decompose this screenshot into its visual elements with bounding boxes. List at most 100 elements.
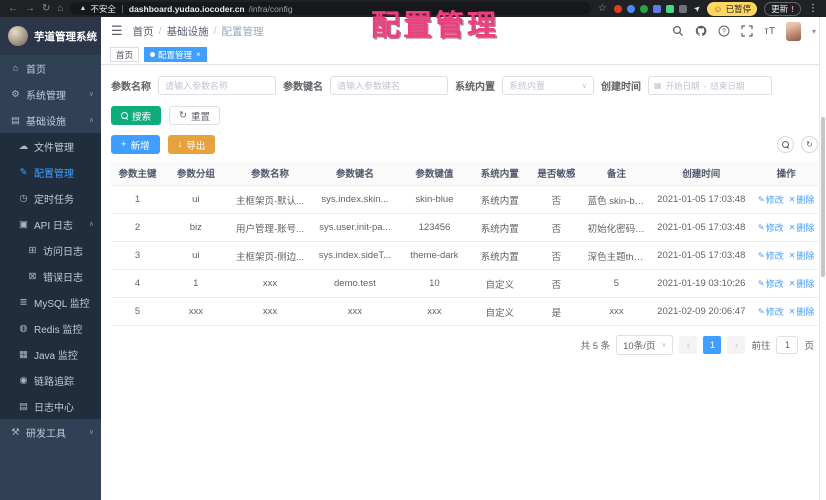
extension-5-icon[interactable] <box>665 4 674 13</box>
column-header: 参数分组 <box>176 169 215 180</box>
sidebar-item-file[interactable]: ☁ 文件管理 <box>0 133 101 159</box>
font-size-icon[interactable]: тT <box>764 26 775 37</box>
scrollbar-track[interactable] <box>819 17 826 500</box>
delete-button[interactable]: ✕ 删除 <box>789 193 815 206</box>
tag-config[interactable]: 配置管理 × <box>144 47 207 62</box>
update-label: 更新 <box>771 3 789 14</box>
sidebar-item-config[interactable]: ✎ 配置管理 <box>0 159 101 185</box>
sidebar-item-api-log[interactable]: ▣ API 日志 ∧ <box>0 211 101 237</box>
address-divider <box>121 4 123 13</box>
delete-button[interactable]: ✕ 删除 <box>789 221 815 234</box>
sidebar-item-mysql[interactable]: ≣ MySQL 监控 <box>0 289 101 315</box>
add-button[interactable]: + 新增 <box>111 135 160 154</box>
browser-address-bar[interactable]: ▲ 不安全 dashboard.yudao.iocoder.cn /infra/… <box>70 2 591 15</box>
date-range-picker[interactable]: ▦ 开始日期 - 结束日期 <box>648 76 772 95</box>
sidebar-item-java[interactable]: ▦ Java 监控 <box>0 341 101 367</box>
extension-2-icon[interactable] <box>626 4 635 13</box>
extension-3-icon[interactable] <box>639 4 648 13</box>
table-cell: 系统内置 <box>480 195 519 207</box>
gear-icon: ⚙ <box>11 88 20 100</box>
table-cell: 否 <box>551 251 562 263</box>
breadcrumb-home[interactable]: 首页 <box>133 24 154 39</box>
header-search-icon[interactable] <box>672 25 684 37</box>
prev-page-button[interactable]: ‹ <box>679 336 698 354</box>
extension-1-icon[interactable] <box>613 4 622 13</box>
sidebar-item-redis[interactable]: ◍ Redis 监控 <box>0 315 101 341</box>
not-secure-warning-icon: ▲ <box>79 5 87 12</box>
built-in-select[interactable]: 系统内置 ∨ <box>502 76 594 95</box>
next-page-button[interactable]: › <box>727 336 746 354</box>
edit-button[interactable]: ✎ 修改 <box>758 221 784 234</box>
create-time-label: 创建时间 <box>601 82 641 93</box>
table-cell: 2021-01-05 17:03:48 <box>657 194 746 205</box>
param-key-input[interactable] <box>330 76 448 95</box>
sidebar-item-label: 研发工具 <box>26 428 66 440</box>
delete-button[interactable]: ✕ 删除 <box>789 305 815 318</box>
delete-button[interactable]: ✕ 删除 <box>789 249 815 262</box>
sidebar-item-log-center[interactable]: ▤ 日志中心 <box>0 393 101 419</box>
table-cell: ui <box>192 250 200 261</box>
search-button[interactable]: 搜索 <box>111 106 162 125</box>
database-icon: ◍ <box>19 322 28 334</box>
sidebar-item-system[interactable]: ⚙ 系统管理 ∨ <box>0 81 101 107</box>
sidebar-item-label: Redis 监控 <box>34 324 83 336</box>
sidebar-item-home[interactable]: ⌂ 首页 <box>0 55 101 81</box>
browser-reload-icon[interactable]: ↻ <box>42 0 50 17</box>
fullscreen-icon[interactable] <box>741 25 753 37</box>
refresh-button[interactable]: ↻ <box>801 136 818 153</box>
delete-button[interactable]: ✕ 删除 <box>789 277 815 290</box>
export-button[interactable]: ↓ 导出 <box>167 135 216 154</box>
sidebar-item-job[interactable]: ◷ 定时任务 <box>0 185 101 211</box>
refresh-icon: ↻ <box>806 140 813 149</box>
app-logo-row[interactable]: 芋道管理系统 <box>0 17 101 55</box>
screen: ← → ↻ ⌂ ▲ 不安全 dashboard.yudao.iocoder.cn… <box>0 0 826 500</box>
table-row: 1 ui 主框架页-默认... sys.index.skin... skin-blue 系… <box>111 186 818 214</box>
param-name-input[interactable] <box>158 76 276 95</box>
github-icon[interactable] <box>695 25 707 37</box>
scrollbar-thumb[interactable] <box>821 117 825 277</box>
browser-home-icon[interactable]: ⌂ <box>57 0 63 17</box>
header-actions: ? тT ▾ <box>672 21 816 41</box>
bookmark-star-icon[interactable]: ☆ <box>598 3 607 14</box>
sidebar-item-access-log[interactable]: ⊞ 访问日志 <box>0 237 101 263</box>
paused-label: 已暂停 <box>725 3 752 14</box>
sidebar-item-infra[interactable]: ▤ 基础设施 ∧ <box>0 107 101 133</box>
browser-back-icon[interactable]: ← <box>8 0 18 17</box>
sidebar-item-dev-tools[interactable]: ⚒ 研发工具 ∨ <box>0 419 101 445</box>
page-size-select[interactable]: 10条/页 ∨ <box>616 335 674 355</box>
sidebar-item-trace[interactable]: ◉ 链路追踪 <box>0 367 101 393</box>
edit-button[interactable]: ✎ 修改 <box>758 277 784 290</box>
pin-extension-icon[interactable]: ➤ <box>692 3 703 14</box>
toggle-search-button[interactable] <box>777 136 794 153</box>
table-body: 1 ui 主框架页-默认... sys.index.skin... skin-blue 系… <box>111 186 818 326</box>
tag-close-icon[interactable]: × <box>196 50 201 59</box>
tag-home[interactable]: 首页 <box>110 47 140 62</box>
table-cell: demo.test <box>334 278 376 289</box>
browser-update-button[interactable]: 更新 ! <box>764 1 801 16</box>
sidebar-item-label: 基础设施 <box>26 116 66 128</box>
download-icon: ↓ <box>177 139 183 150</box>
extension-6-icon[interactable] <box>678 4 687 13</box>
config-table: 参数主键 参数分组 参数名称 参数键名 参数键值 系统内置 是否敏感 备注 创建时间 操作 1 ui… <box>111 161 818 326</box>
total-count: 共 5 条 <box>580 341 611 352</box>
breadcrumb-infra[interactable]: 基础设施 <box>167 24 209 39</box>
edit-button[interactable]: ✎ 修改 <box>758 305 784 318</box>
page-1-button[interactable]: 1 <box>703 336 722 354</box>
table-cell: 自定义 <box>485 307 515 319</box>
edit-button[interactable]: ✎ 修改 <box>758 193 784 206</box>
browser-forward-icon[interactable]: → <box>25 0 35 17</box>
sidebar-item-label: MySQL 监控 <box>34 298 90 310</box>
sidebar-toggle-icon[interactable]: ☰ <box>111 23 123 39</box>
avatar-caret-icon[interactable]: ▾ <box>812 27 816 36</box>
edit-button[interactable]: ✎ 修改 <box>758 249 784 262</box>
browser-menu-icon[interactable]: ⋮ <box>808 3 818 14</box>
sidebar-item-error-log[interactable]: ⊠ 错误日志 <box>0 263 101 289</box>
goto-page-input[interactable] <box>776 336 799 354</box>
reset-button[interactable]: ↻ 重置 <box>169 106 220 125</box>
help-icon[interactable]: ? <box>718 25 730 37</box>
extension-4-icon[interactable] <box>652 4 661 13</box>
paused-badge[interactable]: ☺ 已暂停 <box>707 1 758 16</box>
date-end-placeholder: 结束日期 <box>710 80 745 91</box>
log-icon: ▤ <box>19 400 28 412</box>
user-avatar[interactable] <box>785 21 801 41</box>
